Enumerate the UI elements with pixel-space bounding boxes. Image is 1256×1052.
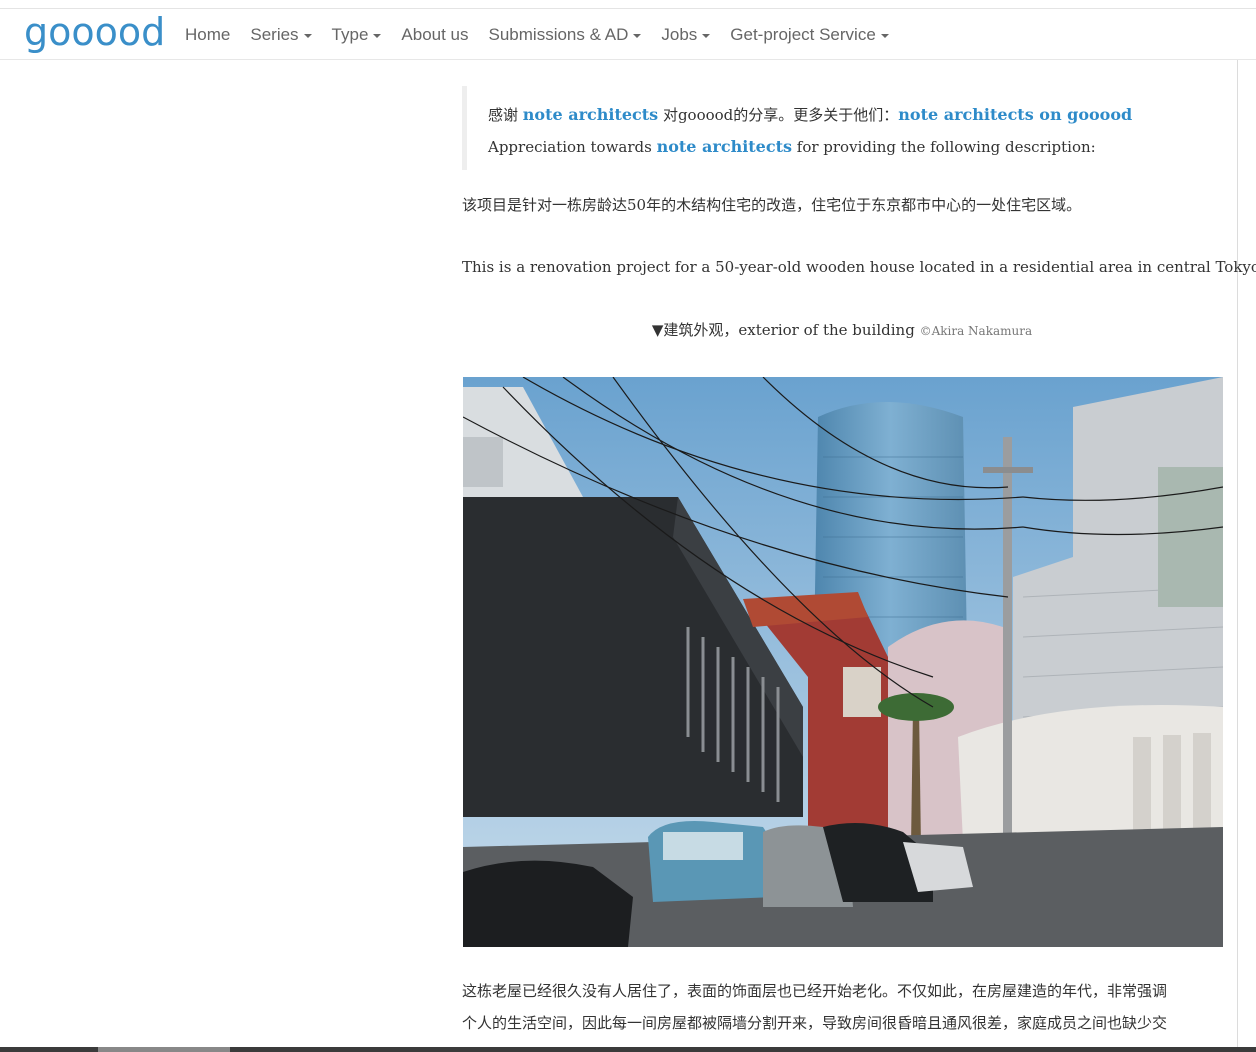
quote-line-en: Appreciation towards note architects for… [488,131,1222,163]
main-nav: Home Series Type About us Submissions & … [175,9,899,60]
paragraph-cn-1: 该项目是针对一栋房龄达50年的木结构住宅的改造，住宅位于东京都市中心的一处住宅区… [462,196,1082,214]
paragraph-en-1: This is a renovation project for a 50-ye… [462,258,1256,276]
image-caption: ▼建筑外观，exterior of the building ©Akira Na… [462,319,1222,340]
quote-text: for providing the following description: [792,138,1096,156]
photo-credit: ©Akira Nakamura [919,324,1033,338]
content-divider [1237,60,1238,1052]
caret-down-icon [373,33,382,38]
caret-down-icon [633,33,642,38]
horizontal-scrollbar[interactable] [0,1047,1256,1052]
architect-link[interactable]: note architects [523,105,658,124]
quote-text: 对gooood的分享。更多关于他们： [658,106,899,124]
nav-item-series[interactable]: Series [240,9,321,60]
site-logo[interactable]: gooood [24,10,165,54]
nav-item-jobs[interactable]: Jobs [651,9,720,60]
nav-item-about[interactable]: About us [391,9,478,60]
caret-down-icon [303,33,312,38]
nav-item-get-project[interactable]: Get-project Service [720,9,899,60]
quote-text: Appreciation towards [488,138,657,156]
architect-link-en[interactable]: note architects [657,137,792,156]
scrollbar-thumb[interactable] [98,1047,230,1052]
browser-top-edge [0,0,1256,9]
site-navbar: gooood Home Series Type About us Submiss… [0,9,1256,60]
caret-down-icon [702,33,711,38]
paragraph-cn-2-line1: 这栋老屋已经很久没有人居住了，表面的饰面层也已经开始老化。不仅如此，在房屋建造的… [462,982,1168,1000]
quote-text: 感谢 [488,106,523,124]
appreciation-quote: 感谢 note architects 对gooood的分享。更多关于他们：not… [462,86,1222,170]
building-exterior-photo[interactable] [463,377,1223,947]
architect-on-gooood-link[interactable]: note architects on gooood [898,105,1132,124]
quote-line-cn: 感谢 note architects 对gooood的分享。更多关于他们：not… [488,99,1222,131]
caption-text: ▼建筑外观，exterior of the building [651,321,920,339]
photo-illustration [463,377,1223,947]
nav-item-home[interactable]: Home [175,9,240,60]
caret-down-icon [880,33,889,38]
nav-item-submissions[interactable]: Submissions & AD [479,9,652,60]
nav-item-type[interactable]: Type [322,9,392,60]
paragraph-cn-2-line2: 个人的生活空间，因此每一间房屋都被隔墙分割开来，导致房间很昏暗且通风很差，家庭成… [462,1014,1168,1032]
